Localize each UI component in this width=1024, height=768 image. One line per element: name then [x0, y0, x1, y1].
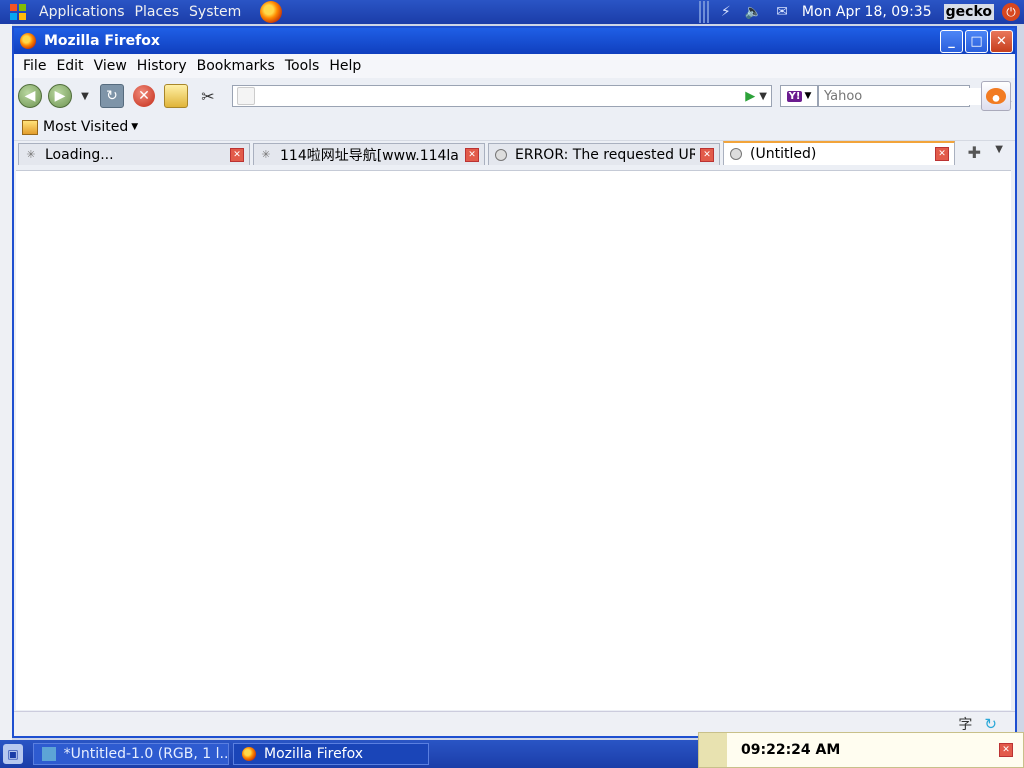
- url-bar[interactable]: ▶ ▼: [232, 85, 772, 107]
- menu-tools[interactable]: Tools: [280, 58, 325, 74]
- menubar: File Edit View History Bookmarks Tools H…: [14, 54, 1015, 78]
- url-input[interactable]: [263, 87, 746, 105]
- menu-edit[interactable]: Edit: [51, 58, 88, 74]
- close-icon[interactable]: ✕: [999, 743, 1013, 757]
- yahoo-icon: Y!: [786, 90, 803, 102]
- tab-114la[interactable]: ✳ 114啦网址导航[www.114la.... ✕: [253, 143, 485, 165]
- clock-notification: 09:22:24 AM ✕: [698, 732, 1024, 768]
- task-gimp[interactable]: *Untitled-1.0 (RGB, 1 l...: [33, 743, 229, 765]
- tab-error[interactable]: ERROR: The requested UR... ✕: [488, 143, 720, 165]
- tab-label: 114啦网址导航[www.114la....: [280, 147, 460, 164]
- firefox-window: Mozilla Firefox _ □ ✕ File Edit View His…: [12, 26, 1017, 738]
- url-dropdown-icon[interactable]: ▼: [759, 91, 767, 102]
- loading-icon: ✳: [261, 148, 271, 161]
- sync-icon[interactable]: ↻: [984, 715, 997, 733]
- panel-separator: [698, 1, 709, 23]
- window-title: Mozilla Firefox: [44, 33, 160, 49]
- go-icon[interactable]: ▶: [745, 89, 755, 104]
- navigation-toolbar: ◀ ▶ ▼ ↻ ✕ ✂ ▶ ▼ Y! ▼ 🔍: [14, 78, 1015, 114]
- history-dropdown-icon[interactable]: ▼: [78, 91, 92, 102]
- menu-help[interactable]: Help: [324, 58, 366, 74]
- page-icon: [730, 148, 742, 160]
- minimize-button[interactable]: _: [940, 30, 963, 53]
- volume-icon[interactable]: 🔈: [745, 4, 762, 20]
- menu-system[interactable]: System: [184, 4, 246, 20]
- back-icon[interactable]: ◀: [18, 84, 42, 108]
- tab-label: ERROR: The requested UR...: [515, 146, 695, 163]
- menu-applications[interactable]: Applications: [34, 4, 130, 20]
- stop-icon[interactable]: ✕: [133, 85, 155, 107]
- chevron-down-icon: ▼: [804, 91, 812, 101]
- task-label: *Untitled-1.0 (RGB, 1 l...: [63, 746, 228, 762]
- tab-label: (Untitled): [750, 146, 817, 162]
- close-button[interactable]: ✕: [990, 30, 1013, 53]
- tab-close-icon[interactable]: ✕: [935, 147, 949, 161]
- search-engine-selector[interactable]: Y! ▼: [780, 85, 818, 107]
- menu-file[interactable]: File: [18, 58, 51, 74]
- page-content[interactable]: [16, 170, 1011, 710]
- tab-strip: ✳ Loading... ✕ ✳ 114啦网址导航[www.114la.... …: [14, 141, 1015, 165]
- menu-bookmarks[interactable]: Bookmarks: [192, 58, 280, 74]
- page-icon: [495, 148, 507, 161]
- tab-list-icon[interactable]: ▼: [995, 144, 1003, 155]
- most-visited-button[interactable]: Most Visited ▼: [22, 119, 138, 135]
- tab-loading[interactable]: ✳ Loading... ✕: [18, 143, 250, 165]
- tab-close-icon[interactable]: ✕: [700, 147, 714, 162]
- loading-icon: ✳: [26, 148, 36, 161]
- clock-time: 09:22:24 AM: [741, 742, 841, 758]
- forward-icon[interactable]: ▶: [48, 84, 72, 108]
- site-identity-icon[interactable]: [237, 87, 255, 105]
- maximize-button[interactable]: □: [965, 30, 988, 53]
- top-panel: Applications Places System ⚡ 🔈 ✉ Mon Apr…: [0, 0, 1024, 24]
- bookmarks-toolbar: Most Visited ▼: [14, 114, 1015, 141]
- bookmark-folder-icon: [22, 119, 38, 135]
- firefox-icon: [242, 747, 256, 761]
- gnome-foot-icon[interactable]: [8, 2, 28, 22]
- chevron-down-icon: ▼: [131, 122, 139, 132]
- search-box[interactable]: 🔍: [818, 85, 1012, 107]
- tab-close-icon[interactable]: ✕: [465, 147, 479, 162]
- titlebar[interactable]: Mozilla Firefox _ □ ✕: [14, 28, 1015, 54]
- panel-datetime[interactable]: Mon Apr 18, 09:35: [802, 4, 932, 20]
- open-folder-icon[interactable]: [164, 84, 188, 108]
- reload-icon[interactable]: ↻: [100, 84, 124, 108]
- mail-icon[interactable]: ✉: [776, 4, 788, 20]
- most-visited-label: Most Visited: [43, 119, 129, 135]
- task-firefox[interactable]: Mozilla Firefox: [233, 743, 429, 765]
- background-window[interactable]: [0, 24, 12, 740]
- scissors-icon[interactable]: ✂: [197, 85, 219, 107]
- menu-history[interactable]: History: [132, 58, 192, 74]
- gimp-icon: [42, 747, 56, 761]
- network-icon[interactable]: ⚡: [721, 4, 731, 20]
- search-input[interactable]: [822, 87, 996, 105]
- tab-untitled[interactable]: (Untitled) ✕: [723, 141, 955, 165]
- notification-stripe: [699, 733, 727, 767]
- new-tab-icon[interactable]: ✚: [968, 143, 981, 162]
- task-label: Mozilla Firefox: [264, 746, 364, 762]
- show-desktop-icon[interactable]: ▣: [3, 744, 23, 764]
- tab-label: Loading...: [45, 146, 114, 163]
- fox-icon: [986, 88, 1006, 104]
- panel-username[interactable]: gecko: [943, 4, 994, 20]
- ime-icon[interactable]: 字: [958, 714, 972, 734]
- firefox-launcher-icon[interactable]: [260, 1, 283, 23]
- firefox-icon: [20, 33, 36, 49]
- menu-places[interactable]: Places: [130, 4, 185, 20]
- power-icon[interactable]: ⏻: [1002, 3, 1020, 21]
- menu-view[interactable]: View: [89, 58, 132, 74]
- tab-close-icon[interactable]: ✕: [230, 147, 244, 162]
- fox-addon-button[interactable]: [981, 81, 1011, 111]
